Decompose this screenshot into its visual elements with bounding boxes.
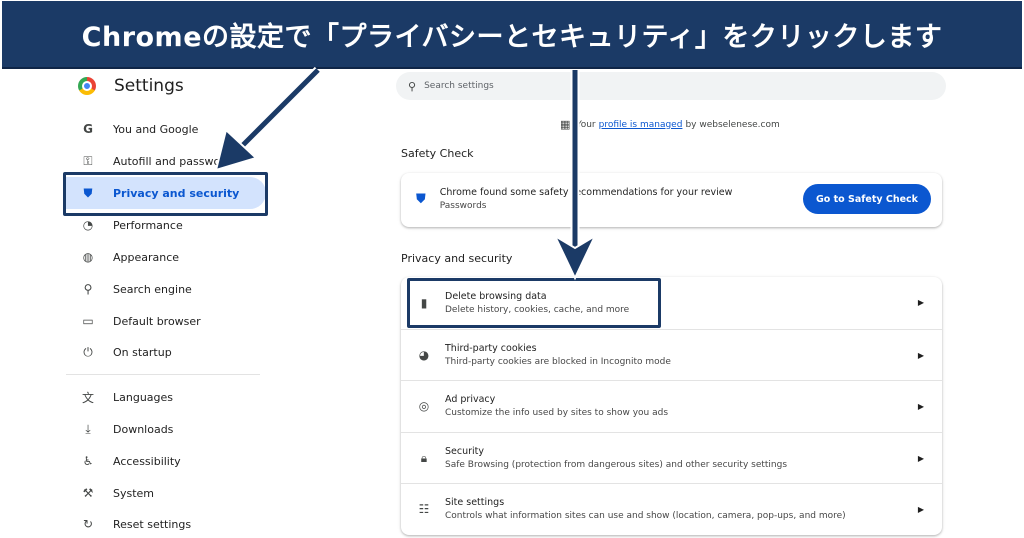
sidebar-divider — [66, 374, 260, 375]
safety-check-card: ⛊ Chrome found some safety recommendatio… — [401, 173, 942, 227]
accessibility-icon: ♿ — [82, 454, 94, 468]
cookie-icon: ◕ — [418, 348, 430, 362]
sidebar-item-search-engine[interactable]: ⚲ Search engine — [60, 273, 265, 305]
row-title: Ad privacy — [445, 394, 496, 405]
search-input[interactable]: ⚲ Search settings — [396, 72, 946, 100]
row-subtitle: Third-party cookies are blocked in Incog… — [445, 357, 671, 367]
wrench-icon: ⚒ — [82, 486, 94, 500]
row-title: Security — [445, 446, 485, 457]
instruction-banner: Chromeの設定で「プライバシーとセキュリティ」をクリックします — [2, 1, 1022, 69]
row-title: Site settings — [445, 497, 505, 508]
chevron-right-icon: ▶ — [917, 453, 924, 463]
sidebar-item-label: Languages — [113, 390, 174, 404]
power-icon: ⏻ — [83, 344, 93, 359]
highlight-privacy-sidebar — [63, 172, 268, 216]
browser-icon: ▭ — [82, 314, 94, 328]
settings-brand: Settings — [78, 76, 184, 96]
sidebar-item-reset-settings[interactable]: ↻ Reset settings — [60, 508, 265, 538]
row-site-settings[interactable]: ☷ Site settings Controls what informatio… — [401, 483, 942, 534]
row-subtitle: Safe Browsing (protection from dangerous… — [445, 460, 788, 470]
sidebar-item-label: Appearance — [113, 250, 180, 264]
sidebar-item-label: Accessibility — [113, 454, 181, 468]
palette-icon: ◍ — [82, 250, 94, 264]
sidebar-item-default-browser[interactable]: ▭ Default browser — [60, 305, 265, 337]
safety-check-row: ⛊ Chrome found some safety recommendatio… — [401, 173, 942, 225]
chevron-right-icon: ▶ — [917, 298, 924, 307]
chevron-right-icon: ▶ — [917, 401, 924, 411]
speedometer-icon: ◔ — [82, 218, 94, 232]
sidebar-item-label: System — [113, 486, 155, 500]
row-title: Third-party cookies — [445, 343, 537, 354]
sidebar-item-system[interactable]: ⚒ System — [60, 477, 265, 509]
row-ad-privacy[interactable]: ◎ Ad privacy Customize the info used by … — [401, 380, 942, 431]
search-icon: ⚲ — [83, 282, 93, 296]
sidebar-item-on-startup[interactable]: ⏻ On startup — [60, 336, 265, 368]
sidebar-item-label: You and Google — [113, 122, 199, 136]
privacy-heading: Privacy and security — [401, 252, 513, 265]
sliders-icon: ☷ — [418, 502, 430, 516]
sidebar-item-label: Search engine — [113, 282, 192, 296]
highlight-delete-browsing-data — [407, 278, 661, 328]
building-icon: ▦ — [560, 118, 571, 131]
sidebar-item-label: Default browser — [113, 314, 201, 328]
lock-icon: 🔒︎ — [420, 450, 428, 465]
shield-check-icon: ⛊ — [416, 191, 426, 207]
download-icon: ⤓ — [85, 421, 91, 436]
ad-privacy-icon: ◎ — [418, 399, 430, 413]
sidebar-item-label: Performance — [113, 218, 183, 232]
reset-icon: ↻ — [82, 517, 94, 531]
key-icon: ⚿ — [83, 153, 93, 168]
chevron-right-icon: ▶ — [917, 504, 924, 514]
safety-subtitle: Passwords — [439, 201, 487, 211]
row-third-party-cookies[interactable]: ◕ Third-party cookies Third-party cookie… — [401, 329, 942, 380]
profile-managed-link[interactable]: profile is managed — [599, 120, 683, 130]
managed-prefix: Your — [576, 119, 596, 130]
row-subtitle: Controls what information sites can use … — [445, 511, 846, 521]
settings-sidebar: Settings G You and Google ⚿ Autofill and… — [60, 70, 280, 538]
sidebar-item-accessibility[interactable]: ♿ Accessibility — [60, 445, 265, 477]
search-placeholder: Search settings — [424, 81, 494, 91]
chevron-right-icon: ▶ — [917, 350, 924, 360]
sidebar-item-label: On startup — [113, 345, 172, 359]
translate-icon: 文 — [81, 390, 94, 405]
row-subtitle: Customize the info used by sites to show… — [445, 408, 669, 418]
safety-title: Chrome found some safety recommendations… — [439, 187, 733, 198]
safety-check-heading: Safety Check — [401, 147, 474, 160]
sidebar-item-downloads[interactable]: ⤓ Downloads — [60, 413, 265, 445]
sidebar-item-languages[interactable]: 文 Languages — [60, 381, 265, 413]
sidebar-item-label: Downloads — [113, 422, 174, 436]
search-icon: ⚲ — [408, 79, 417, 93]
managed-notice: ▦ Your profile is managed by webselenese… — [560, 118, 780, 131]
managed-suffix: by webselenese.com — [685, 119, 780, 130]
row-security[interactable]: 🔒︎ Security Safe Browsing (protection fr… — [401, 432, 942, 483]
go-to-safety-check-button[interactable]: Go to Safety Check — [802, 184, 931, 214]
chrome-logo-icon — [78, 77, 96, 95]
google-g-icon: G — [83, 122, 93, 136]
sidebar-item-label: Autofill and passwords — [113, 154, 238, 168]
page-title: Settings — [114, 76, 184, 96]
sidebar-item-label: Reset settings — [113, 517, 192, 531]
sidebar-item-you-and-google[interactable]: G You and Google — [60, 113, 265, 145]
sidebar-item-appearance[interactable]: ◍ Appearance — [60, 241, 265, 273]
